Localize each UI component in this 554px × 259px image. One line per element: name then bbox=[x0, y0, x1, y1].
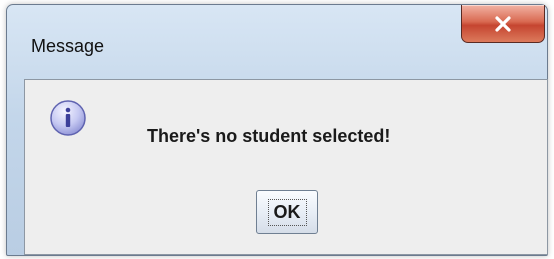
message-dialog: Message There's no student selected! OK bbox=[6, 4, 548, 256]
title-bar[interactable]: Message bbox=[7, 5, 547, 81]
ok-button-label: OK bbox=[267, 198, 307, 226]
dialog-content: There's no student selected! OK bbox=[24, 79, 548, 255]
close-icon bbox=[495, 15, 511, 32]
ok-button[interactable]: OK bbox=[256, 190, 318, 234]
message-text: There's no student selected! bbox=[147, 126, 391, 146]
dialog-title: Message bbox=[31, 36, 105, 56]
info-icon bbox=[49, 99, 87, 137]
close-button[interactable] bbox=[461, 5, 545, 43]
